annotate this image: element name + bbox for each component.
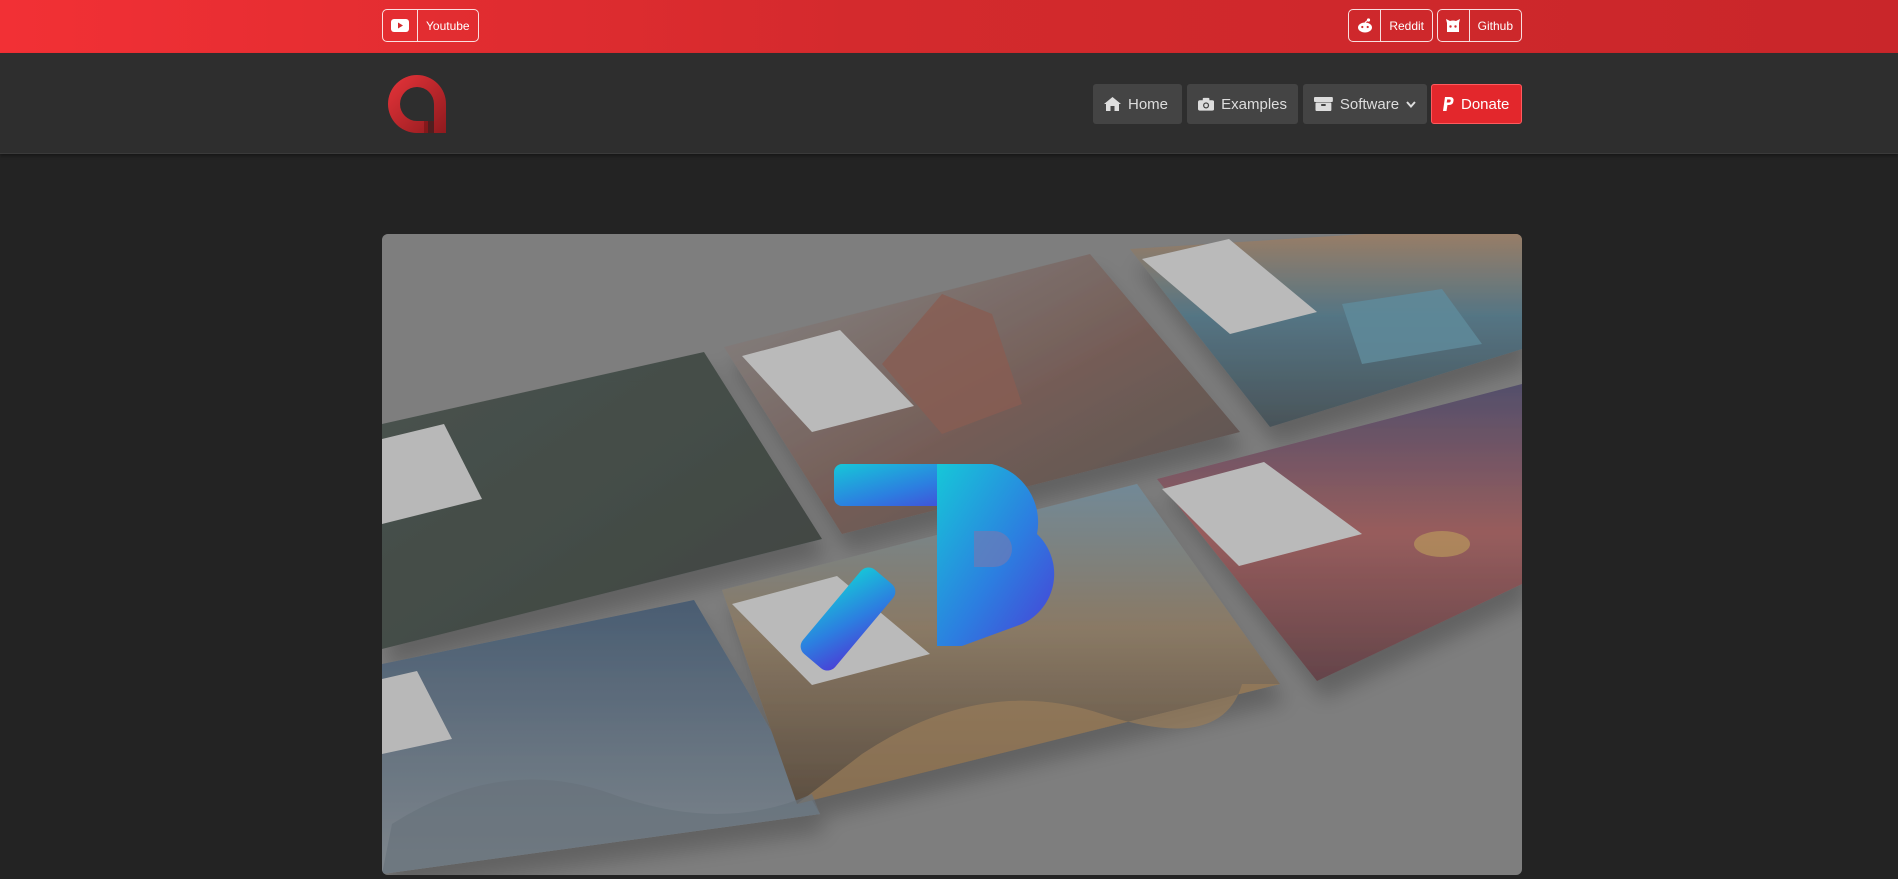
box-icon bbox=[1314, 97, 1333, 111]
youtube-label: Youtube bbox=[426, 18, 470, 33]
youtube-link[interactable]: Youtube bbox=[382, 9, 479, 42]
nav-examples-label: Examples bbox=[1221, 95, 1287, 113]
donate-button[interactable]: Donate bbox=[1431, 84, 1522, 124]
top-social-bar: Youtube Reddit Github bbox=[0, 0, 1898, 53]
github-icon bbox=[1438, 10, 1470, 41]
camera-icon bbox=[1198, 97, 1215, 111]
home-icon bbox=[1104, 97, 1121, 111]
software-showcase-wallpapers bbox=[382, 234, 1522, 875]
main-navbar: Home Examples Software Donate bbox=[0, 53, 1898, 154]
nav-home-button[interactable]: Home bbox=[1093, 84, 1182, 124]
paypal-icon bbox=[1443, 97, 1454, 111]
nav-software-label: Software bbox=[1339, 95, 1400, 113]
donate-label: Donate bbox=[1461, 95, 1510, 113]
nav-home-label: Home bbox=[1128, 95, 1169, 113]
nav-examples-button[interactable]: Examples bbox=[1187, 84, 1298, 124]
chevron-down-icon bbox=[1406, 100, 1416, 108]
hero-banner bbox=[382, 234, 1522, 875]
reddit-label: Reddit bbox=[1389, 18, 1424, 33]
github-label: Github bbox=[1477, 18, 1513, 33]
reddit-icon bbox=[1349, 10, 1382, 41]
reddit-link[interactable]: Reddit bbox=[1348, 9, 1433, 42]
youtube-icon bbox=[383, 10, 418, 41]
github-link[interactable]: Github bbox=[1437, 9, 1522, 42]
app-logo[interactable] bbox=[384, 71, 450, 137]
nav-software-dropdown[interactable]: Software bbox=[1303, 84, 1427, 124]
